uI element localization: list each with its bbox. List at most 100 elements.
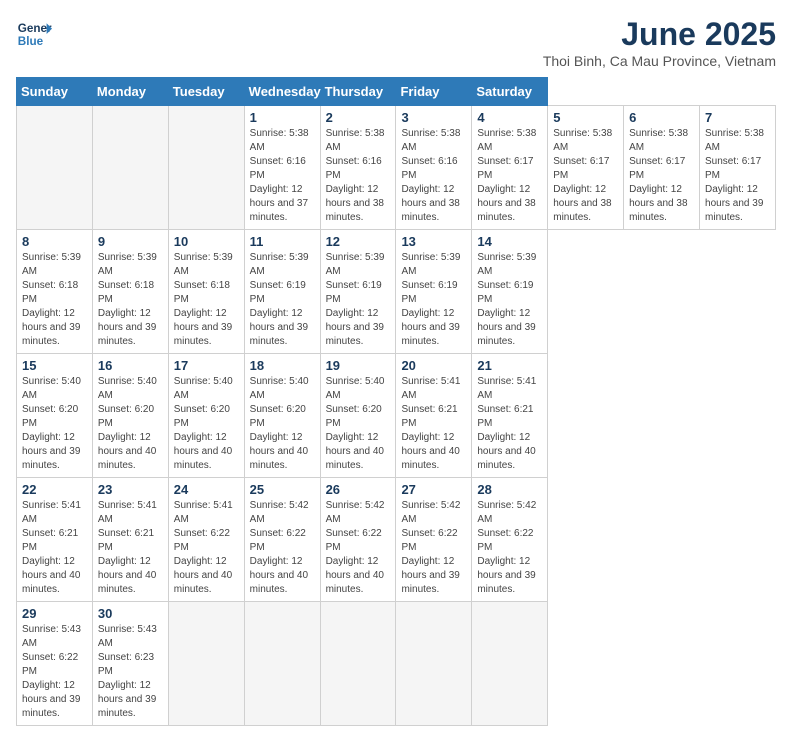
month-year-title: June 2025 <box>543 16 776 53</box>
day-number: 20 <box>401 358 466 373</box>
title-section: June 2025 Thoi Binh, Ca Mau Province, Vi… <box>543 16 776 69</box>
day-number: 27 <box>401 482 466 497</box>
cell-detail: Sunrise: 5:43 AMSunset: 6:22 PMDaylight:… <box>22 624 81 719</box>
calendar-cell: 13 Sunrise: 5:39 AMSunset: 6:19 PMDaylig… <box>396 230 472 354</box>
day-number: 15 <box>22 358 87 373</box>
day-number: 10 <box>174 234 239 249</box>
cell-detail: Sunrise: 5:41 AMSunset: 6:21 PMDaylight:… <box>401 376 460 471</box>
cell-detail: Sunrise: 5:40 AMSunset: 6:20 PMDaylight:… <box>250 376 309 471</box>
calendar-header-row: SundayMondayTuesdayWednesdayThursdayFrid… <box>17 78 776 106</box>
cell-detail: Sunrise: 5:42 AMSunset: 6:22 PMDaylight:… <box>477 500 536 595</box>
cell-detail: Sunrise: 5:43 AMSunset: 6:23 PMDaylight:… <box>98 624 157 719</box>
calendar-cell: 2 Sunrise: 5:38 AMSunset: 6:16 PMDayligh… <box>320 106 396 230</box>
column-header-friday: Friday <box>396 78 472 106</box>
calendar-cell: 20 Sunrise: 5:41 AMSunset: 6:21 PMDaylig… <box>396 354 472 478</box>
cell-detail: Sunrise: 5:39 AMSunset: 6:18 PMDaylight:… <box>98 252 157 347</box>
calendar-cell: 15 Sunrise: 5:40 AMSunset: 6:20 PMDaylig… <box>17 354 93 478</box>
cell-detail: Sunrise: 5:40 AMSunset: 6:20 PMDaylight:… <box>22 376 81 471</box>
cell-detail: Sunrise: 5:39 AMSunset: 6:19 PMDaylight:… <box>250 252 309 347</box>
calendar-cell: 19 Sunrise: 5:40 AMSunset: 6:20 PMDaylig… <box>320 354 396 478</box>
calendar-table: SundayMondayTuesdayWednesdayThursdayFrid… <box>16 77 776 726</box>
cell-detail: Sunrise: 5:38 AMSunset: 6:16 PMDaylight:… <box>250 128 309 223</box>
cell-detail: Sunrise: 5:38 AMSunset: 6:17 PMDaylight:… <box>629 128 688 223</box>
day-number: 13 <box>401 234 466 249</box>
calendar-cell <box>168 602 244 726</box>
calendar-cell: 7 Sunrise: 5:38 AMSunset: 6:17 PMDayligh… <box>700 106 776 230</box>
cell-detail: Sunrise: 5:42 AMSunset: 6:22 PMDaylight:… <box>326 500 385 595</box>
calendar-cell: 8 Sunrise: 5:39 AMSunset: 6:18 PMDayligh… <box>17 230 93 354</box>
day-number: 28 <box>477 482 542 497</box>
cell-detail: Sunrise: 5:38 AMSunset: 6:17 PMDaylight:… <box>553 128 612 223</box>
day-number: 22 <box>22 482 87 497</box>
day-number: 21 <box>477 358 542 373</box>
calendar-week-1: 8 Sunrise: 5:39 AMSunset: 6:18 PMDayligh… <box>17 230 776 354</box>
cell-detail: Sunrise: 5:39 AMSunset: 6:18 PMDaylight:… <box>174 252 233 347</box>
day-number: 11 <box>250 234 315 249</box>
cell-detail: Sunrise: 5:39 AMSunset: 6:18 PMDaylight:… <box>22 252 81 347</box>
calendar-week-0: 1 Sunrise: 5:38 AMSunset: 6:16 PMDayligh… <box>17 106 776 230</box>
calendar-cell: 27 Sunrise: 5:42 AMSunset: 6:22 PMDaylig… <box>396 478 472 602</box>
calendar-cell: 12 Sunrise: 5:39 AMSunset: 6:19 PMDaylig… <box>320 230 396 354</box>
cell-detail: Sunrise: 5:42 AMSunset: 6:22 PMDaylight:… <box>401 500 460 595</box>
calendar-cell <box>244 602 320 726</box>
location-subtitle: Thoi Binh, Ca Mau Province, Vietnam <box>543 53 776 69</box>
day-number: 4 <box>477 110 542 125</box>
day-number: 5 <box>553 110 618 125</box>
column-header-wednesday: Wednesday <box>244 78 320 106</box>
calendar-cell: 6 Sunrise: 5:38 AMSunset: 6:17 PMDayligh… <box>624 106 700 230</box>
cell-detail: Sunrise: 5:38 AMSunset: 6:16 PMDaylight:… <box>401 128 460 223</box>
day-number: 16 <box>98 358 163 373</box>
calendar-cell: 29 Sunrise: 5:43 AMSunset: 6:22 PMDaylig… <box>17 602 93 726</box>
cell-detail: Sunrise: 5:42 AMSunset: 6:22 PMDaylight:… <box>250 500 309 595</box>
day-number: 30 <box>98 606 163 621</box>
calendar-cell: 1 Sunrise: 5:38 AMSunset: 6:16 PMDayligh… <box>244 106 320 230</box>
calendar-cell <box>320 602 396 726</box>
calendar-cell <box>472 602 548 726</box>
calendar-cell: 16 Sunrise: 5:40 AMSunset: 6:20 PMDaylig… <box>92 354 168 478</box>
day-number: 6 <box>629 110 694 125</box>
day-number: 19 <box>326 358 391 373</box>
day-number: 7 <box>705 110 770 125</box>
svg-text:Blue: Blue <box>18 35 44 48</box>
cell-detail: Sunrise: 5:41 AMSunset: 6:21 PMDaylight:… <box>477 376 536 471</box>
day-number: 23 <box>98 482 163 497</box>
page-header: General Blue June 2025 Thoi Binh, Ca Mau… <box>16 16 776 69</box>
calendar-cell: 5 Sunrise: 5:38 AMSunset: 6:17 PMDayligh… <box>548 106 624 230</box>
calendar-week-4: 29 Sunrise: 5:43 AMSunset: 6:22 PMDaylig… <box>17 602 776 726</box>
calendar-cell <box>17 106 93 230</box>
calendar-cell: 3 Sunrise: 5:38 AMSunset: 6:16 PMDayligh… <box>396 106 472 230</box>
calendar-cell: 9 Sunrise: 5:39 AMSunset: 6:18 PMDayligh… <box>92 230 168 354</box>
day-number: 24 <box>174 482 239 497</box>
cell-detail: Sunrise: 5:40 AMSunset: 6:20 PMDaylight:… <box>174 376 233 471</box>
day-number: 14 <box>477 234 542 249</box>
cell-detail: Sunrise: 5:39 AMSunset: 6:19 PMDaylight:… <box>477 252 536 347</box>
day-number: 8 <box>22 234 87 249</box>
cell-detail: Sunrise: 5:38 AMSunset: 6:16 PMDaylight:… <box>326 128 385 223</box>
cell-detail: Sunrise: 5:39 AMSunset: 6:19 PMDaylight:… <box>326 252 385 347</box>
day-number: 29 <box>22 606 87 621</box>
cell-detail: Sunrise: 5:41 AMSunset: 6:21 PMDaylight:… <box>22 500 81 595</box>
cell-detail: Sunrise: 5:40 AMSunset: 6:20 PMDaylight:… <box>326 376 385 471</box>
day-number: 2 <box>326 110 391 125</box>
calendar-cell: 26 Sunrise: 5:42 AMSunset: 6:22 PMDaylig… <box>320 478 396 602</box>
day-number: 17 <box>174 358 239 373</box>
cell-detail: Sunrise: 5:38 AMSunset: 6:17 PMDaylight:… <box>705 128 764 223</box>
calendar-week-2: 15 Sunrise: 5:40 AMSunset: 6:20 PMDaylig… <box>17 354 776 478</box>
calendar-cell: 30 Sunrise: 5:43 AMSunset: 6:23 PMDaylig… <box>92 602 168 726</box>
cell-detail: Sunrise: 5:38 AMSunset: 6:17 PMDaylight:… <box>477 128 536 223</box>
calendar-cell: 4 Sunrise: 5:38 AMSunset: 6:17 PMDayligh… <box>472 106 548 230</box>
day-number: 12 <box>326 234 391 249</box>
day-number: 9 <box>98 234 163 249</box>
calendar-week-3: 22 Sunrise: 5:41 AMSunset: 6:21 PMDaylig… <box>17 478 776 602</box>
calendar-cell: 14 Sunrise: 5:39 AMSunset: 6:19 PMDaylig… <box>472 230 548 354</box>
day-number: 3 <box>401 110 466 125</box>
column-header-monday: Monday <box>92 78 168 106</box>
calendar-cell: 25 Sunrise: 5:42 AMSunset: 6:22 PMDaylig… <box>244 478 320 602</box>
day-number: 1 <box>250 110 315 125</box>
column-header-thursday: Thursday <box>320 78 396 106</box>
calendar-cell <box>396 602 472 726</box>
day-number: 26 <box>326 482 391 497</box>
calendar-cell: 18 Sunrise: 5:40 AMSunset: 6:20 PMDaylig… <box>244 354 320 478</box>
calendar-cell <box>168 106 244 230</box>
column-header-tuesday: Tuesday <box>168 78 244 106</box>
